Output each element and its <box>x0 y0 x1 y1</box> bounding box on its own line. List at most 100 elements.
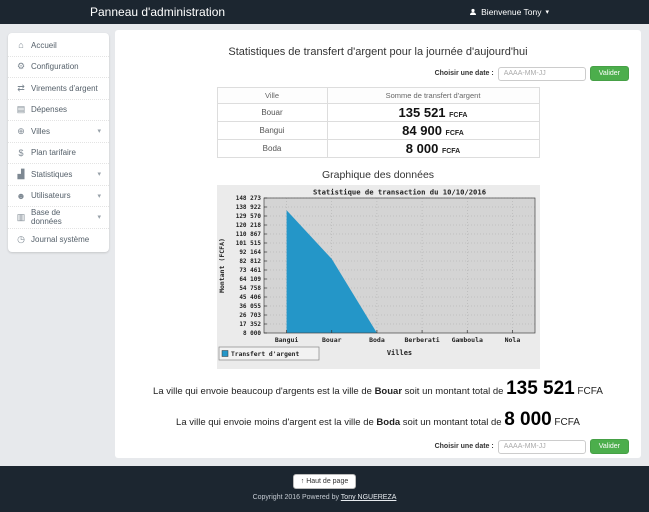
globe-icon: ⊕ <box>16 126 26 137</box>
summary-max-city: Bouar <box>375 386 402 397</box>
chart-image: 8 00017 35226 70336 05545 40654 75864 10… <box>217 185 540 369</box>
dollar-icon: $ <box>16 148 26 158</box>
footer: ↑ Haut de page Copyright 2016 Powered by… <box>0 466 649 512</box>
amount-cell: 135 521 FCFA <box>327 104 539 122</box>
table-row: Boda8 000 FCFA <box>217 140 539 158</box>
sidebar-item-statistiques[interactable]: ▟ Statistiques ▾ <box>8 164 109 186</box>
gear-icon: ⚙ <box>16 61 26 72</box>
sidebar-item-label: Plan tarifaire <box>31 148 76 157</box>
date-form-bottom: Choisir une date : Valider <box>115 439 629 454</box>
y-tick-label: 110 867 <box>235 231 261 238</box>
x-axis-label: Villes <box>386 349 411 357</box>
y-tick-label: 64 109 <box>239 276 261 283</box>
chevron-down-icon: ▾ <box>545 8 549 16</box>
amount-value: 8 000 <box>406 141 442 156</box>
home-icon: ⌂ <box>16 40 26 50</box>
amount-cell: 8 000 FCFA <box>327 140 539 158</box>
city-cell: Boda <box>217 140 327 158</box>
column-header-somme: Somme de transfert d'argent <box>327 88 539 104</box>
summary-min-amount: 8 000 <box>504 409 552 430</box>
y-tick-label: 73 461 <box>239 267 261 274</box>
validate-button-bottom[interactable]: Valider <box>590 439 629 454</box>
user-icon <box>469 8 477 16</box>
up-arrow-icon: ↑ <box>301 478 305 485</box>
sidebar-item-plan-tarifaire[interactable]: $ Plan tarifaire <box>8 143 109 165</box>
chart-heading: Graphique des données <box>115 169 641 181</box>
app-title: Panneau d'administration <box>90 5 225 19</box>
y-tick-label: 129 570 <box>235 213 261 220</box>
sidebar-item-configuration[interactable]: ⚙ Configuration <box>8 57 109 79</box>
x-tick-label: Bouar <box>321 336 341 344</box>
summary-max-prefix: La ville qui envoie beaucoup d'argents e… <box>153 386 372 397</box>
date-form-top: Choisir une date : Valider <box>115 66 629 81</box>
main-content: Statistiques de transfert d'argent pour … <box>115 30 641 458</box>
chevron-down-icon: ▾ <box>97 213 101 221</box>
chart-legend: Transfert d'argent <box>219 347 319 360</box>
x-tick-label: Bangui <box>274 336 298 344</box>
back-to-top-button[interactable]: ↑ Haut de page <box>293 474 357 489</box>
sidebar-item-label: Base de données <box>31 208 92 226</box>
date-label: Choisir une date : <box>435 70 494 77</box>
y-tick-label: 120 218 <box>235 222 261 229</box>
navbar: Panneau d'administration Bienvenue Tony … <box>0 0 649 24</box>
column-header-ville: Ville <box>217 88 327 104</box>
chevron-down-icon: ▾ <box>97 170 101 178</box>
summary-max-currency: FCFA <box>577 386 603 397</box>
transfer-table-body: Bouar135 521 FCFABangui84 900 FCFABoda8 … <box>217 104 539 158</box>
database-icon: ▥ <box>16 212 26 223</box>
transfer-icon: ⇄ <box>16 83 26 94</box>
y-tick-label: 17 352 <box>239 321 261 328</box>
sidebar-item-label: Statistiques <box>31 170 72 179</box>
date-input-top[interactable] <box>498 67 586 81</box>
validate-button-top[interactable]: Valider <box>590 66 629 81</box>
transactions-chart: 8 00017 35226 70336 05545 40654 75864 10… <box>217 185 540 369</box>
copyright-text: Copyright 2016 Powered by <box>253 494 339 501</box>
sidebar-item-villes[interactable]: ⊕ Villes ▾ <box>8 121 109 143</box>
sidebar-item-depenses[interactable]: ▤ Dépenses <box>8 100 109 122</box>
transfer-table: Ville Somme de transfert d'argent Bouar1… <box>217 87 540 158</box>
sidebar-item-label: Journal système <box>31 235 89 244</box>
chevron-down-icon: ▾ <box>97 192 101 200</box>
amount-value: 84 900 <box>402 123 445 138</box>
clock-icon: ◷ <box>16 234 26 245</box>
date-label: Choisir une date : <box>435 443 494 450</box>
y-tick-label: 45 406 <box>239 294 261 301</box>
user-icon: ☻ <box>16 191 26 201</box>
summary-min-city: Boda <box>376 417 400 428</box>
y-tick-label: 82 812 <box>239 258 261 265</box>
summary-min-middle: soit un montant total de <box>403 417 502 428</box>
sidebar-item-utilisateurs[interactable]: ☻Utilisateurs▾ <box>8 186 109 208</box>
summary-max: La ville qui envoie beaucoup d'argents e… <box>115 378 641 400</box>
currency-label: FCFA <box>442 148 460 155</box>
sidebar-item-base-de-donnees[interactable]: ▥ Base de données ▾ <box>8 207 109 229</box>
y-tick-label: 101 515 <box>235 240 261 247</box>
sidebar-item-accueil[interactable]: ⌂Accueil <box>8 35 109 57</box>
chart-title: Statistique de transaction du 10/10/2016 <box>312 188 485 197</box>
back-to-top-label: Haut de page <box>306 478 348 485</box>
table-row: Bouar135 521 FCFA <box>217 104 539 122</box>
sidebar-item-virements-argent[interactable]: ⇄Virements d'argent <box>8 78 109 100</box>
page-title: Statistiques de transfert d'argent pour … <box>115 46 641 58</box>
amount-cell: 84 900 FCFA <box>327 122 539 140</box>
city-cell: Bangui <box>217 122 327 140</box>
date-input-bottom[interactable] <box>498 440 586 454</box>
chevron-down-icon: ▾ <box>97 127 101 135</box>
y-axis-label: Montant (FCFA) <box>218 238 226 293</box>
chart-icon: ▟ <box>16 169 26 180</box>
sidebar-item-label: Dépenses <box>31 105 67 114</box>
table-header-row: Ville Somme de transfert d'argent <box>217 88 539 104</box>
table-row: Bangui84 900 FCFA <box>217 122 539 140</box>
author-link[interactable]: Tony NGUEREZA <box>341 494 397 501</box>
sidebar-item-journal-systeme[interactable]: ◷ Journal système <box>8 229 109 251</box>
list-icon: ▤ <box>16 104 26 115</box>
y-tick-label: 36 055 <box>239 303 261 310</box>
sidebar-item-label: Configuration <box>31 62 79 71</box>
user-menu[interactable]: Bienvenue Tony ▾ <box>469 7 549 17</box>
summary-max-amount: 135 521 <box>506 378 575 399</box>
y-tick-label: 138 922 <box>235 204 261 211</box>
sidebar-item-label: Villes <box>31 127 50 136</box>
x-tick-label: Gamboula <box>451 336 482 344</box>
y-tick-label: 148 273 <box>235 195 261 202</box>
legend-label: Transfert d'argent <box>231 351 299 358</box>
y-tick-label: 26 703 <box>239 312 261 319</box>
